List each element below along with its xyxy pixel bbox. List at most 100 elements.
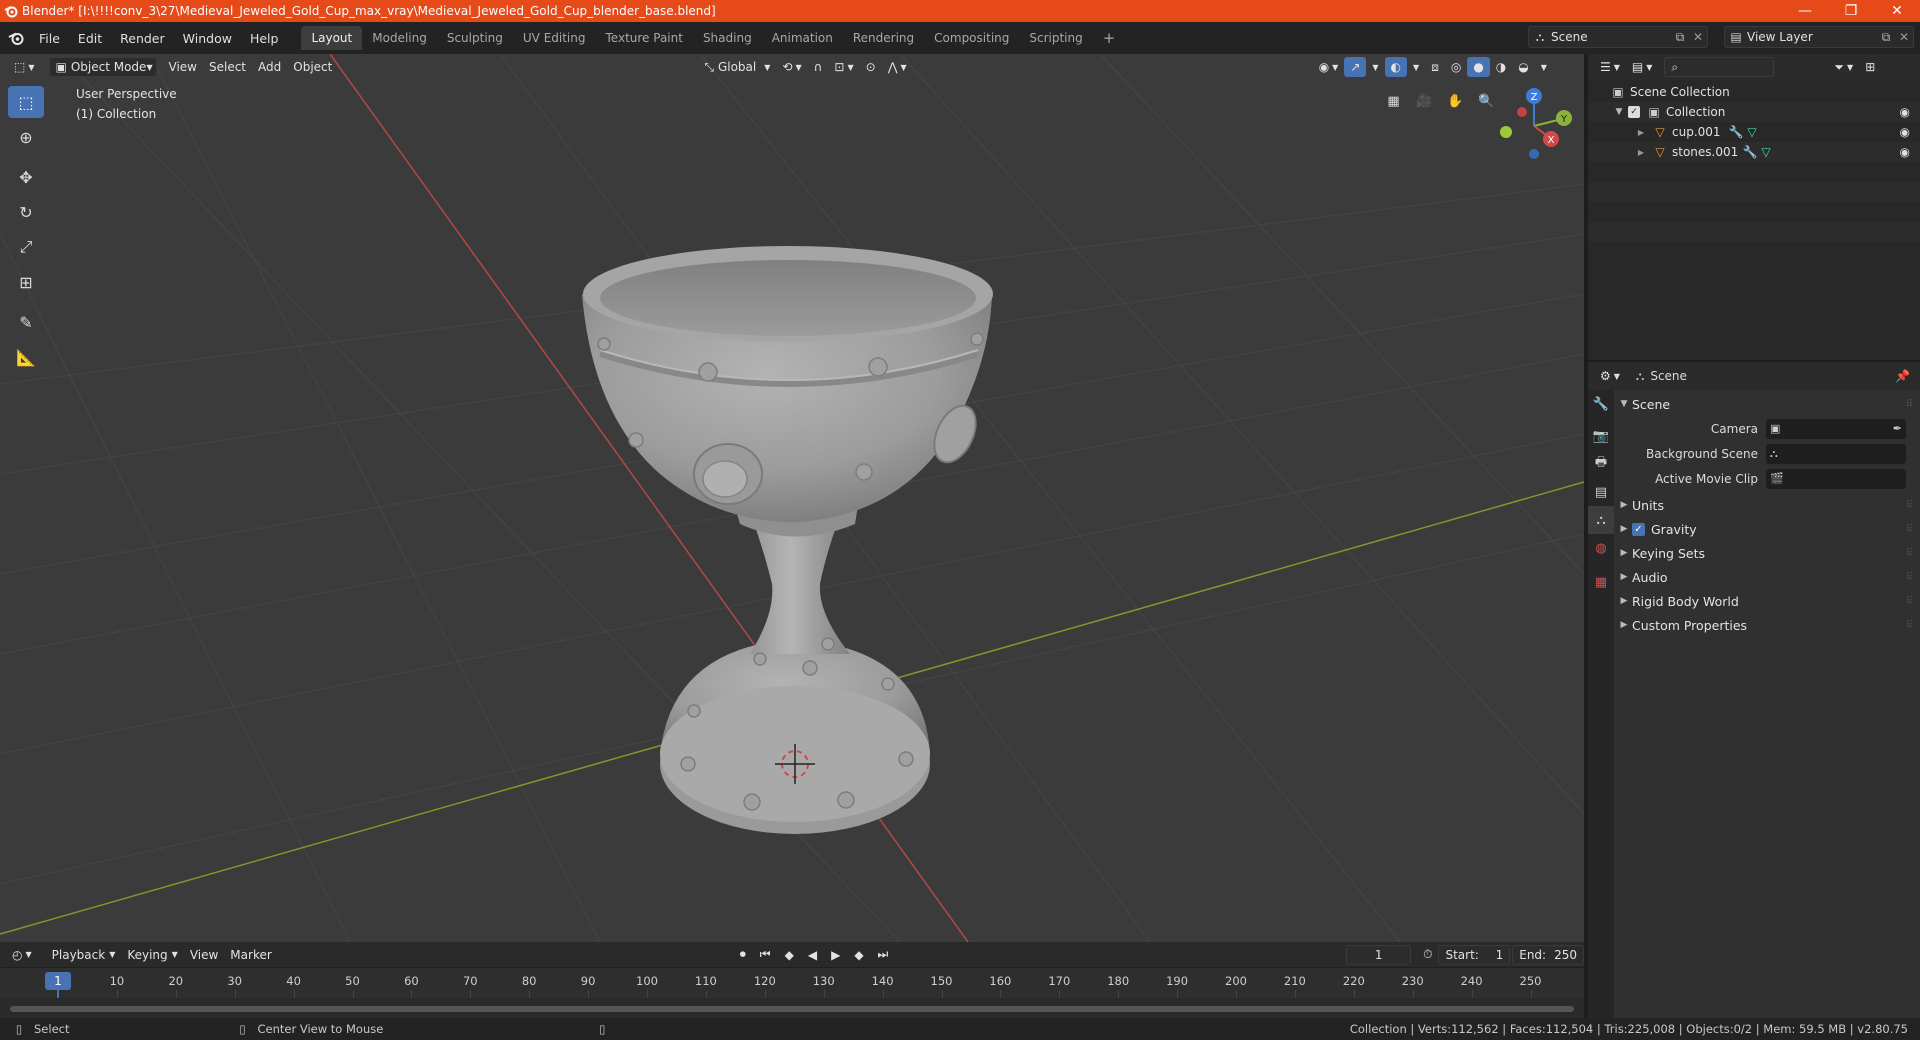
panel-scene[interactable]: ▼ Scene ⠿ (1616, 392, 1916, 416)
scene-selector[interactable]: ⛬ Scene ⧉ ✕ (1528, 26, 1708, 48)
shading-wireframe-button[interactable]: ◎ (1445, 57, 1467, 77)
measure-tool[interactable]: 📐 (8, 341, 44, 373)
eyedropper-icon[interactable]: ✒ (1893, 422, 1902, 435)
menu-render[interactable]: Render (111, 31, 174, 46)
outliner-search-input[interactable]: ⌕ (1664, 57, 1775, 77)
timeline-scrollbar[interactable] (10, 1006, 1574, 1012)
record-button[interactable]: ⏺ (734, 945, 752, 965)
falloff-button[interactable]: ⋀ ▼ (882, 57, 913, 77)
preview-range-button[interactable]: ⏱ (1417, 945, 1438, 965)
drag-grip-icon[interactable]: ⠿ (1906, 399, 1913, 410)
snap-target-button[interactable]: ⊡ ▼ (828, 57, 859, 77)
overlays-dropdown[interactable]: ▼ (1407, 57, 1425, 77)
overlays-button[interactable]: ◐ (1384, 57, 1408, 77)
mesh-data-icon[interactable]: ▽ (1744, 125, 1760, 139)
expand-arrow-icon[interactable]: ▼ (1612, 107, 1626, 117)
tab-animation[interactable]: Animation (762, 26, 843, 50)
copy-icon[interactable]: ⧉ (1671, 30, 1689, 45)
tab-uv-editing[interactable]: UV Editing (513, 26, 596, 50)
jump-end-button[interactable]: ⏭ (872, 945, 895, 965)
expand-arrow-icon[interactable]: ▶ (1636, 148, 1646, 157)
outliner-object-row[interactable]: ▶ ▽ stones.001 🔧 ▽ ◉ (1588, 142, 1920, 162)
pan-view-button[interactable]: ✋ (1442, 88, 1469, 115)
drag-grip-icon[interactable]: ⠿ (1906, 500, 1913, 511)
viewport-menu-add[interactable]: Add (252, 57, 287, 77)
menu-file[interactable]: File (30, 31, 69, 46)
gizmos-button[interactable]: ↗ (1344, 57, 1367, 77)
tab-view-layer[interactable]: ▤ (1588, 478, 1614, 506)
panel-gravity[interactable]: ▶ ✓ Gravity ⠿ (1616, 517, 1916, 541)
panel-units[interactable]: ▶ Units ⠿ (1616, 493, 1916, 517)
rotate-tool[interactable]: ↻ (8, 196, 44, 228)
timeline-editor-type-button[interactable]: ◴ ▼ (6, 945, 38, 965)
select-box-tool[interactable]: ⬚ (8, 86, 44, 118)
timeline-ruler[interactable]: 1102030405060708090100110120130140150160… (0, 968, 1584, 998)
shading-rendered-button[interactable]: ◒ (1512, 57, 1534, 77)
outliner-collection-row[interactable]: ▼ ✓ ▣ Collection ◉ (1588, 102, 1920, 122)
close-icon[interactable]: ✕ (1895, 30, 1913, 44)
outliner-editor-type-button[interactable]: ☰ ▼ (1594, 57, 1626, 77)
pin-icon[interactable]: 📌 (1895, 369, 1910, 383)
play-reverse-button[interactable]: ◀ (802, 945, 823, 965)
outliner-scene-collection-row[interactable]: ▣ Scene Collection (1588, 82, 1920, 102)
menu-help[interactable]: Help (241, 31, 288, 46)
tab-rendering[interactable]: Rendering (843, 26, 924, 50)
maximize-button[interactable]: ❐ (1828, 0, 1874, 22)
panel-rigid-body-world[interactable]: ▶ Rigid Body World ⠿ (1616, 589, 1916, 613)
new-collection-button[interactable]: ⊞ (1859, 57, 1881, 77)
panel-custom-properties[interactable]: ▶ Custom Properties ⠿ (1616, 613, 1916, 637)
end-frame-field[interactable]: End: 250 (1512, 944, 1584, 965)
current-frame-indicator[interactable]: 1 (45, 972, 71, 990)
camera-field[interactable]: ▣ ✒ (1766, 418, 1906, 439)
wrench-icon[interactable]: 🔧 (1728, 125, 1744, 139)
timeline-menu-playback[interactable]: Playback ▼ (46, 945, 122, 965)
next-keyframe-button[interactable]: ◆ (848, 945, 869, 965)
active-movie-clip-field[interactable]: 🎬 (1766, 468, 1906, 489)
annotate-tool[interactable]: ✎ (8, 306, 44, 338)
expand-arrow-icon[interactable]: ▶ (1636, 128, 1646, 137)
display-mode-button[interactable]: ▤ ▼ (1626, 57, 1659, 77)
tab-layout[interactable]: Layout (301, 26, 363, 50)
outliner-object-row[interactable]: ▶ ▽ cup.001 🔧 ▽ ◉ (1588, 122, 1920, 142)
minimize-button[interactable]: — (1782, 0, 1828, 22)
checkbox-checked-icon[interactable]: ✓ (1628, 106, 1640, 118)
gizmos-dropdown[interactable]: ▼ (1366, 57, 1384, 77)
shading-material-button[interactable]: ◑ (1490, 57, 1512, 77)
tab-texture-paint[interactable]: Texture Paint (596, 26, 693, 50)
viewport-menu-view[interactable]: View (163, 57, 203, 77)
proportional-edit-button[interactable]: ⊙ (860, 57, 882, 77)
camera-view-button[interactable]: 🎥 (1411, 88, 1438, 115)
mode-selector[interactable]: ▣ Object Mode ▼ (48, 57, 157, 77)
tab-texture[interactable]: ▦ (1588, 568, 1614, 596)
panel-keying-sets[interactable]: ▶ Keying Sets ⠿ (1616, 541, 1916, 565)
transform-orientation-selector[interactable]: ⤡ Global ▼ (698, 57, 776, 77)
eye-icon[interactable]: ◉ (1900, 125, 1910, 139)
timeline-menu-view[interactable]: View (184, 945, 224, 965)
current-frame-field[interactable]: 1 (1346, 944, 1412, 965)
tab-modeling[interactable]: Modeling (362, 26, 437, 50)
close-icon[interactable]: ✕ (1689, 30, 1707, 44)
gravity-checkbox[interactable]: ✓ (1632, 522, 1645, 536)
drag-grip-icon[interactable]: ⠿ (1906, 620, 1913, 631)
editor-type-button[interactable]: ⬚ ▼ (8, 57, 41, 77)
tab-output[interactable]: 🖶 (1588, 450, 1614, 478)
tab-world[interactable]: ◍ (1588, 534, 1614, 562)
drag-grip-icon[interactable]: ⠿ (1906, 572, 1913, 583)
eye-icon[interactable]: ◉ (1900, 145, 1910, 159)
transform-tool[interactable]: ⊞ (8, 266, 44, 298)
toggle-grid-button[interactable]: ▦ (1380, 88, 1407, 115)
viewport-menu-select[interactable]: Select (203, 57, 252, 77)
menu-edit[interactable]: Edit (69, 31, 111, 46)
start-frame-field[interactable]: Start: 1 (1438, 944, 1511, 965)
tab-scene[interactable]: ⛬ (1588, 506, 1614, 534)
mesh-data-icon[interactable]: ▽ (1758, 145, 1774, 159)
properties-editor-type-button[interactable]: ⚙ ▼ (1594, 366, 1626, 386)
drag-grip-icon[interactable]: ⠿ (1906, 596, 1913, 607)
add-workspace-button[interactable]: + (1093, 26, 1126, 50)
cursor-tool[interactable]: ⊕ (8, 121, 44, 153)
snap-toggle-button[interactable]: ∩ (808, 57, 829, 77)
xray-button[interactable]: ⧈ (1425, 57, 1445, 77)
eye-icon[interactable]: ◉ (1900, 105, 1910, 119)
jump-start-button[interactable]: ⏮ (754, 945, 777, 965)
move-tool[interactable]: ✥ (8, 161, 44, 193)
